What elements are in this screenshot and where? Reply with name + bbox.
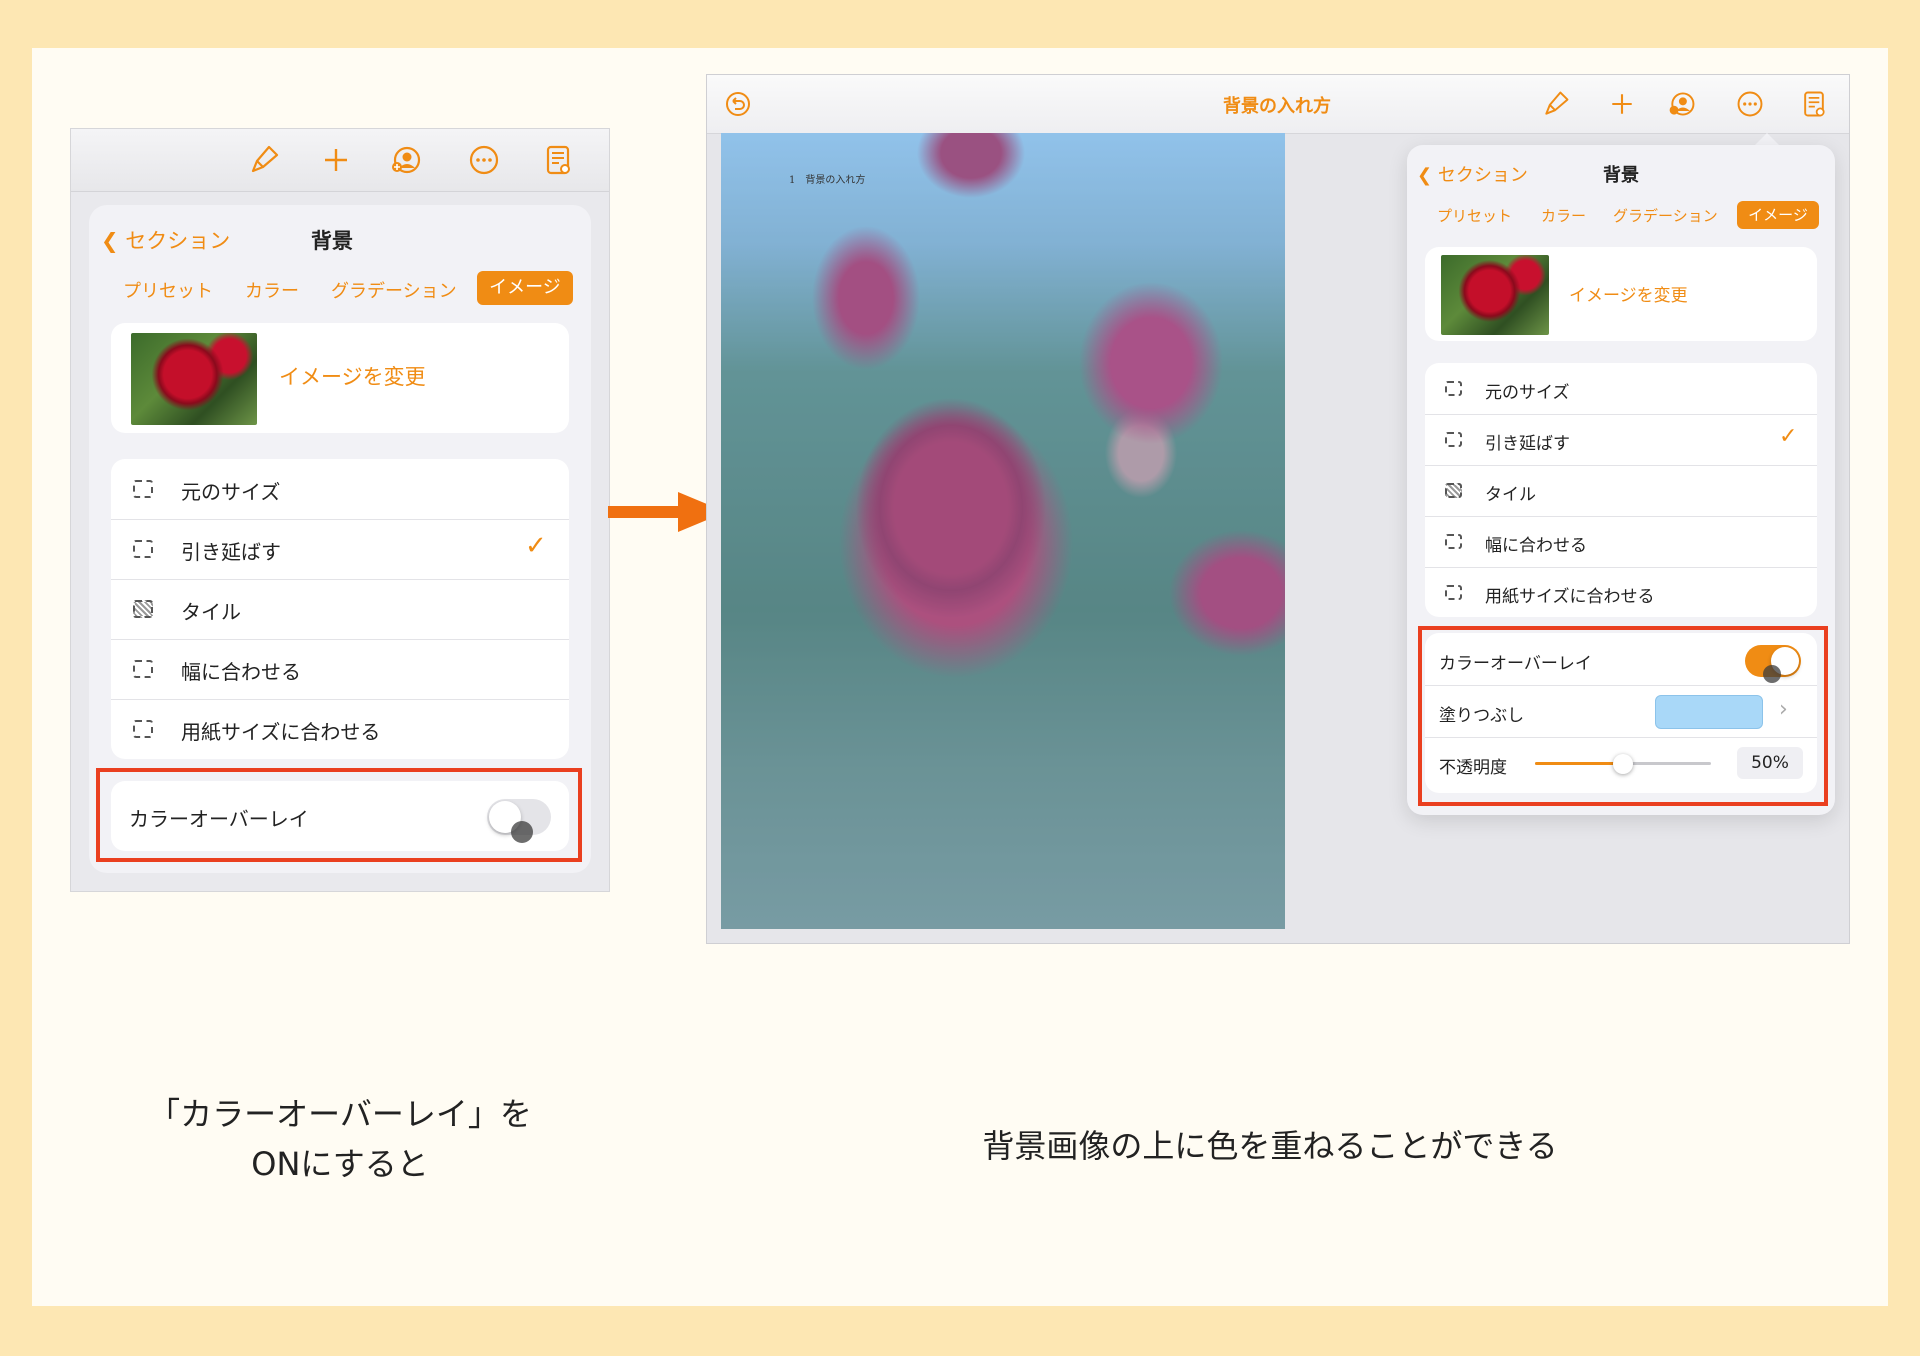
fit-width-icon <box>1445 534 1462 549</box>
list-item[interactable]: 用紙サイズに合わせる <box>1425 567 1817 617</box>
more-icon[interactable] <box>467 143 501 177</box>
plus-icon[interactable] <box>319 143 353 177</box>
more-icon[interactable] <box>1735 89 1765 119</box>
list-item[interactable]: 元のサイズ <box>111 459 569 520</box>
color-overlay-layer <box>721 133 1285 929</box>
original-size-icon <box>1445 381 1462 396</box>
left-caption-line1: 「カラーオーバーレイ」を <box>148 1095 532 1133</box>
back-button[interactable]: ❮ セクション <box>101 225 230 255</box>
highlight-box <box>1418 626 1828 806</box>
left-caption-line2: ONにすると <box>251 1144 429 1183</box>
option-label: 元のサイズ <box>1485 383 1570 403</box>
list-item[interactable]: 元のサイズ <box>1425 363 1817 415</box>
image-group: イメージを変更 <box>111 323 569 433</box>
paintbrush-icon[interactable] <box>247 143 281 177</box>
tab-gradient[interactable]: グラデーション <box>331 277 457 303</box>
option-label: 引き延ばす <box>1485 434 1570 454</box>
back-button[interactable]: ❮ セクション <box>1417 161 1528 187</box>
popover-title: 背景 <box>311 229 353 253</box>
document-page[interactable]: 1 背景の入れ方 <box>721 133 1285 929</box>
list-item[interactable]: 用紙サイズに合わせる <box>111 699 569 759</box>
left-caption: 「カラーオーバーレイ」を ONにすると <box>90 1090 590 1189</box>
background-thumbnail <box>131 333 257 425</box>
stretch-icon <box>1445 432 1462 447</box>
option-label: 用紙サイズに合わせる <box>1485 587 1655 607</box>
popover-arrow <box>1755 133 1779 145</box>
collaborate-icon[interactable] <box>389 143 423 177</box>
checkmark-icon: ✓ <box>1779 424 1798 449</box>
option-label: 元のサイズ <box>181 480 281 504</box>
fill-mode-list: 元のサイズ 引き延ばす ✓ タイル 幅に合わせる 用紙サイズに合わせる <box>111 459 569 759</box>
collaborate-icon[interactable] <box>1667 89 1697 119</box>
right-screenshot: 背景の入れ方 1 背景の入れ方 ❮ セクション 背景 プリセット カラー グラデ… <box>706 74 1850 944</box>
option-label: 幅に合わせる <box>181 660 301 684</box>
tile-icon <box>133 600 153 618</box>
plus-icon[interactable] <box>1607 89 1637 119</box>
fit-paper-icon <box>133 720 153 738</box>
undo-icon[interactable] <box>723 89 753 119</box>
option-label: 幅に合わせる <box>1485 536 1587 556</box>
highlight-box <box>96 768 582 862</box>
list-item[interactable]: タイル <box>1425 465 1817 517</box>
tab-color[interactable]: カラー <box>245 277 299 303</box>
tab-gradient[interactable]: グラデーション <box>1613 205 1718 226</box>
tab-preset[interactable]: プリセット <box>1437 205 1512 226</box>
page-heading: 1 背景の入れ方 <box>789 175 866 186</box>
original-size-icon <box>133 480 153 498</box>
fit-paper-icon <box>1445 585 1462 600</box>
chevron-left-icon: ❮ <box>101 229 119 253</box>
tile-icon <box>1445 483 1462 498</box>
document-setup-icon[interactable] <box>1799 89 1829 119</box>
tab-color[interactable]: カラー <box>1541 205 1586 226</box>
list-item[interactable]: 幅に合わせる <box>111 639 569 700</box>
fill-mode-list: 元のサイズ 引き延ばす ✓ タイル 幅に合わせる 用紙サイズに合わせる <box>1425 363 1817 617</box>
background-thumbnail <box>1441 255 1549 335</box>
right-toolbar: 背景の入れ方 <box>707 75 1849 134</box>
document-setup-icon[interactable] <box>541 143 575 177</box>
stretch-icon <box>133 540 153 558</box>
popover-title: 背景 <box>1603 165 1639 186</box>
list-item[interactable]: タイル <box>111 579 569 640</box>
checkmark-icon: ✓ <box>525 531 547 561</box>
change-image-button[interactable]: イメージを変更 <box>1569 281 1688 306</box>
list-item[interactable]: 幅に合わせる <box>1425 516 1817 568</box>
option-label: 用紙サイズに合わせる <box>181 720 381 744</box>
change-image-button[interactable]: イメージを変更 <box>279 361 426 391</box>
tab-image[interactable]: イメージ <box>1737 201 1819 229</box>
list-item[interactable]: 引き延ばす ✓ <box>111 519 569 580</box>
option-label: タイル <box>181 600 241 624</box>
back-label: セクション <box>125 229 231 253</box>
paintbrush-icon[interactable] <box>1541 89 1571 119</box>
chevron-left-icon: ❮ <box>1417 165 1433 186</box>
option-label: 引き延ばす <box>181 540 281 564</box>
document-title: 背景の入れ方 <box>1223 96 1331 117</box>
image-group: イメージを変更 <box>1425 247 1817 341</box>
right-caption: 背景画像の上に色を重ねることができる <box>982 1127 1558 1165</box>
back-label: セクション <box>1437 165 1528 186</box>
left-toolbar <box>71 129 609 192</box>
fit-width-icon <box>133 660 153 678</box>
tab-image[interactable]: イメージ <box>477 271 573 305</box>
list-item[interactable]: 引き延ばす ✓ <box>1425 414 1817 466</box>
option-label: タイル <box>1485 485 1536 505</box>
tab-preset[interactable]: プリセット <box>123 277 213 303</box>
